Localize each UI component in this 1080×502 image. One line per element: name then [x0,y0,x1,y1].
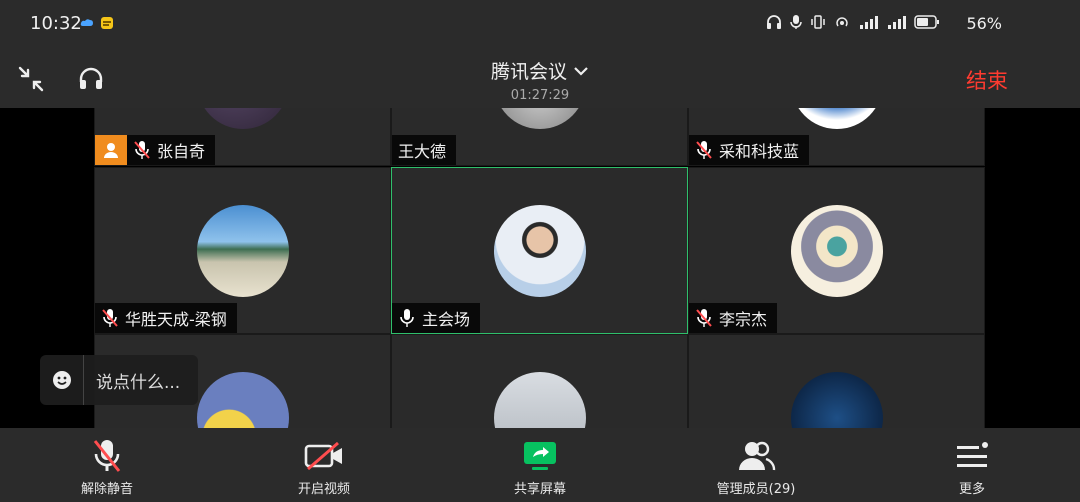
cloud-icon [80,19,93,26]
status-time: 10:32 [30,13,82,34]
participant-tile[interactable]: 采和科技蓝 [688,108,985,166]
participant-tile[interactable]: 张自奇 [94,108,391,166]
participant-tile[interactable]: 李宗杰 [688,167,985,334]
participant-avatar [493,205,586,297]
video-off-icon [304,441,342,471]
participant-name-tag: 主会场 [392,303,481,333]
smiley-icon [52,371,71,389]
participant-tile[interactable] [688,334,985,428]
status-bar: 10:32 56% [0,0,1080,52]
start-video-label: 开启视频 [297,482,350,497]
participant-avatar [196,372,289,428]
signal-icon-2 [888,16,906,29]
more-button[interactable]: 更多 [907,438,1037,497]
participant-tile[interactable]: 华胜天成-梁钢 [94,167,391,334]
participant-name-tag: 王大德 [392,135,457,165]
start-video-button[interactable]: 开启视频 [259,438,389,497]
host-person-icon [104,143,118,158]
share-screen-label: 共享屏幕 [513,482,566,497]
more-label: 更多 [958,482,985,497]
participant-name: 李宗杰 [719,310,768,329]
share-screen-button[interactable]: 共享屏幕 [475,438,605,497]
more-menu-icon [957,442,988,467]
participant-avatar [196,108,289,129]
members-icon [739,441,776,471]
mic-muted-icon [696,141,712,159]
mic-muted-icon [102,309,118,327]
battery-icon [914,15,939,29]
participant-name: 主会场 [422,310,471,329]
chat-placeholder: 说点什么... [96,372,181,393]
participant-tile[interactable]: 王大德 [391,108,688,166]
end-meeting-button[interactable]: 结束 [966,65,1008,95]
share-screen-icon [524,442,556,470]
participant-avatar [493,372,586,428]
participant-name: 王大德 [398,142,447,161]
participant-name-tag: 李宗杰 [689,303,778,333]
chevron-down-icon [574,66,588,76]
manage-members-button[interactable]: 管理成员(29) [691,438,821,497]
meeting-top-bar: 腾讯会议 01:27:29 结束 [0,52,1080,108]
mic-status-icon [790,15,802,29]
participant-avatar [493,108,586,129]
unmute-label: 解除静音 [80,482,133,497]
unmute-button[interactable]: 解除静音 [42,438,172,497]
meeting-title-button[interactable]: 腾讯会议 [491,57,589,84]
mic-muted-icon [93,440,121,472]
mic-on-icon [400,309,414,327]
participant-avatar [790,108,883,129]
vibrate-icon [811,15,825,29]
participant-name: 华胜天成-梁钢 [125,310,227,329]
battery-percent: 56% [966,14,1002,33]
meeting-timer: 01:27:29 [510,88,570,103]
hotspot-icon [836,17,848,27]
chat-input-box[interactable]: 说点什么... [40,355,198,405]
participant-name-tag: 华胜天成-梁钢 [95,303,237,333]
participant-avatar [790,372,883,428]
manage-members-label: 管理成员(29) [716,482,796,497]
participant-avatar [196,205,289,297]
emoji-button[interactable] [40,355,84,405]
meeting-toolbar: 解除静音 开启视频 共享屏幕 管理成员(29) 更多 [0,428,1080,502]
participant-name-tag: 张自奇 [95,135,216,165]
participant-tile-active-speaker[interactable]: 主会场 [391,167,688,334]
app-notification-icon [101,17,113,29]
meeting-title: 腾讯会议 [490,61,567,83]
participant-tile[interactable] [391,334,688,428]
participant-name: 采和科技蓝 [719,142,800,161]
host-badge [95,135,127,165]
participant-name-tag: 采和科技蓝 [689,135,810,165]
mic-muted-icon [696,309,712,327]
participant-name: 张自奇 [157,142,206,161]
participant-avatar [790,205,883,297]
signal-icon-1 [860,16,878,29]
headphone-status-icon [767,15,781,29]
mic-muted-icon [134,141,150,159]
